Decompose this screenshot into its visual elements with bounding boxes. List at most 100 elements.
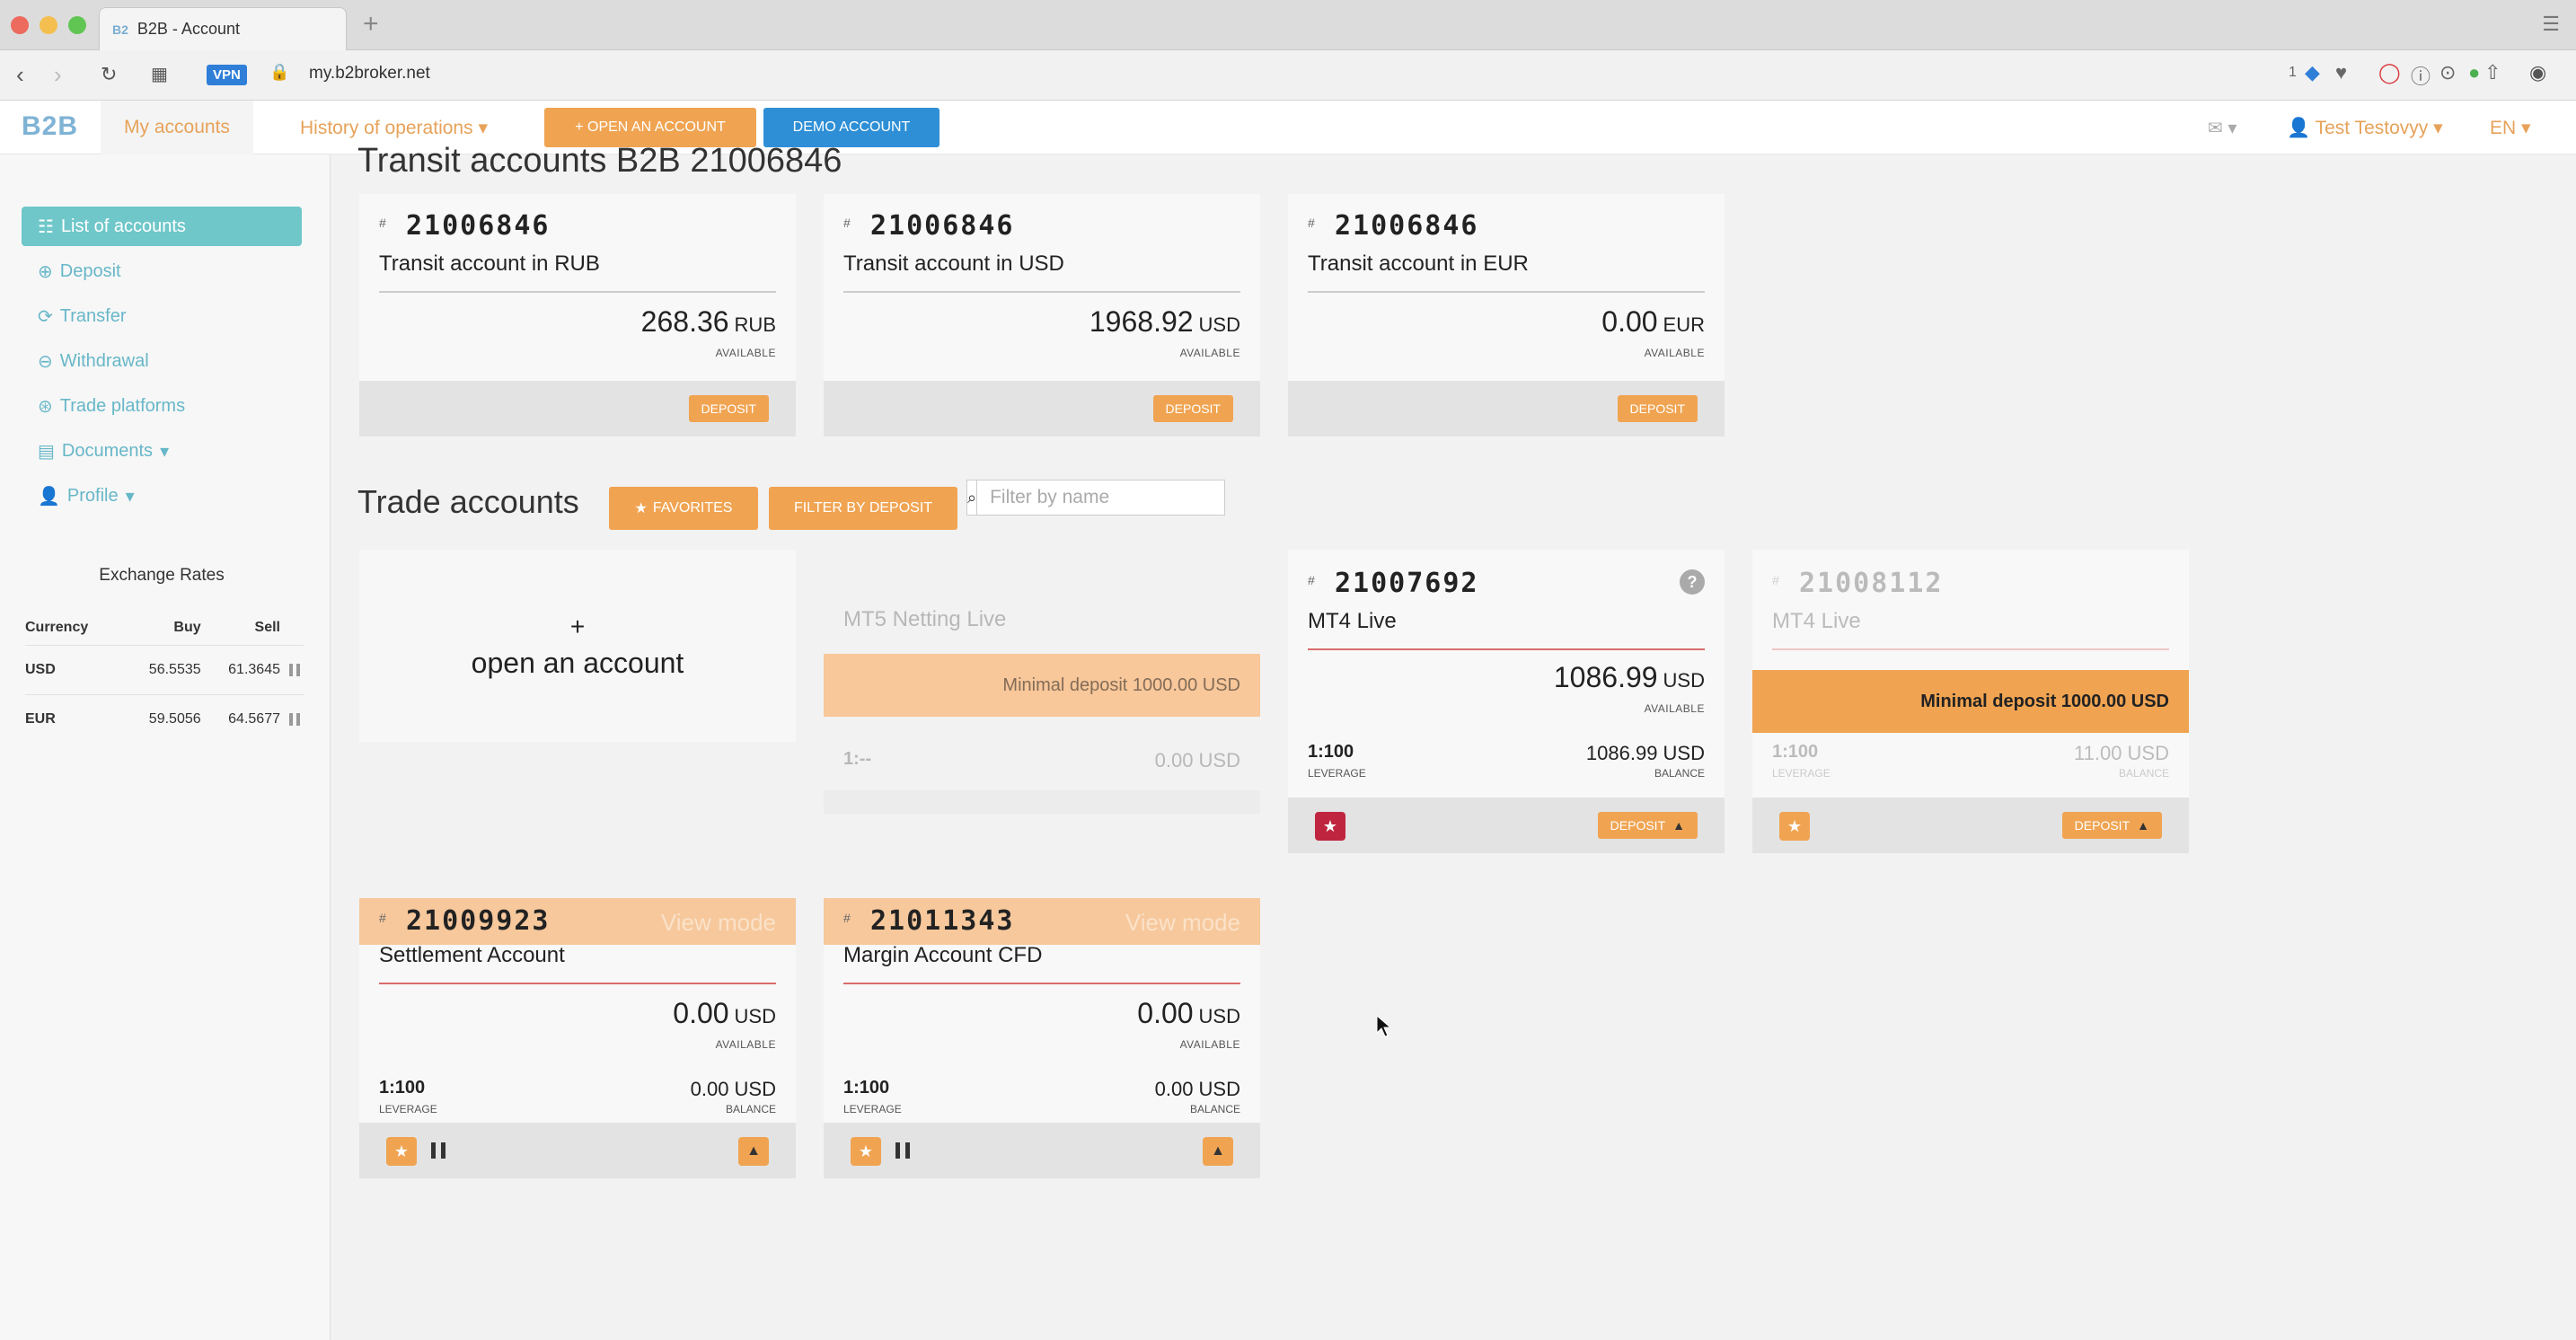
apps-grid-icon[interactable]: ▦ <box>151 59 168 90</box>
deposit-button[interactable]: DEPOSIT <box>1152 395 1233 422</box>
available-label: AVAILABLE <box>1644 347 1705 359</box>
chart-bars-icon[interactable] <box>289 712 300 726</box>
available-amount: 1968.92 USD <box>1089 305 1240 338</box>
pause-icon[interactable] <box>431 1142 446 1159</box>
shield-icon[interactable]: ◆ <box>2305 61 2320 84</box>
history-menu[interactable]: History of operations ▾ <box>300 117 488 139</box>
favorite-star-icon[interactable]: ★ <box>851 1137 881 1166</box>
sidebar-item-transfer[interactable]: ⟳ Transfer <box>22 296 302 336</box>
deposit-button[interactable]: DEPOSIT ▲ <box>1597 812 1698 839</box>
settings-icon[interactable]: ⊙ <box>2439 61 2456 84</box>
new-tab-button[interactable]: + <box>363 9 379 40</box>
tab-menu-icon[interactable]: ☰ <box>2542 13 2560 36</box>
card-footer: DEPOSIT <box>359 381 796 436</box>
balance-value: 0.00 USD <box>1154 749 1240 771</box>
available-label: AVAILABLE <box>1179 347 1240 359</box>
available-label: AVAILABLE <box>1644 702 1705 715</box>
heart-icon[interactable]: ♥ <box>2335 61 2347 84</box>
user-icon: 👤 <box>38 486 60 507</box>
list-icon: ☷ <box>38 216 54 237</box>
help-icon[interactable]: ? <box>1680 569 1705 595</box>
account-name: Transit account in EUR <box>1308 251 1529 276</box>
filter-by-name: ⌕ <box>966 480 1234 516</box>
settlement-account-card: # 21009923 View mode Settlement Account … <box>359 898 796 1178</box>
currency-cell: USD <box>25 645 122 695</box>
favorites-button[interactable]: ★ FAVORITES <box>609 487 758 530</box>
forward-icon[interactable]: › <box>54 59 62 90</box>
deposit-button[interactable]: DEPOSIT <box>688 395 769 422</box>
leverage-label: LEVERAGE <box>1772 767 1831 780</box>
caret-up-icon: ▲ <box>2137 818 2149 833</box>
favorite-star-icon[interactable]: ★ <box>1315 812 1345 841</box>
sidebar-item-trade-platforms[interactable]: ⊛ Trade platforms <box>22 386 302 426</box>
sidebar-item-list-of-accounts[interactable]: ☷ List of accounts <box>22 207 302 246</box>
transit-card-rub: # 21006846 Transit account in RUB 268.36… <box>359 194 796 436</box>
reload-icon[interactable]: ↻ <box>101 59 117 90</box>
logo[interactable]: B2B <box>22 111 78 142</box>
vpn-badge[interactable]: VPN <box>207 65 247 85</box>
extension-count: 1 <box>2289 65 2297 80</box>
table-header-row: Currency Buy Sell <box>25 611 304 646</box>
account-name: MT4 Live <box>1308 609 1397 633</box>
account-name: Transit account in RUB <box>379 251 600 276</box>
search-icon[interactable]: ⌕ <box>967 480 978 515</box>
opera-icon[interactable]: ◯ <box>2378 61 2401 84</box>
sidebar-item-profile[interactable]: 👤 Profile ▾ <box>22 476 302 516</box>
chevron-down-icon: ▾ <box>478 118 488 138</box>
account-name: Margin Account CFD <box>843 943 1043 967</box>
open-account-card[interactable]: + open an account <box>359 550 796 742</box>
card-footer: ★ DEPOSIT ▲ <box>1288 798 1725 853</box>
lock-icon: 🔒 <box>269 63 290 81</box>
favicon-icon: B2 <box>112 22 128 37</box>
mail-icon[interactable]: ✉ ▾ <box>2208 117 2236 139</box>
filter-by-deposit-button[interactable]: FILTER BY DEPOSIT <box>769 487 957 530</box>
chevron-down-icon: ▾ <box>125 486 135 507</box>
profile-icon[interactable]: ◉ <box>2529 61 2546 84</box>
back-icon[interactable]: ‹ <box>16 59 24 90</box>
sell-cell: 61.3645 <box>200 645 280 695</box>
maximize-window-icon[interactable] <box>68 16 86 34</box>
minimize-window-icon[interactable] <box>40 16 57 34</box>
sidebar: ☷ List of accounts ⊕ Deposit ⟳ Transfer ⊖ Wi… <box>0 154 331 1340</box>
file-icon: ▤ <box>38 441 55 462</box>
account-number: 21006846 <box>1335 210 1479 242</box>
url-field[interactable]: my.b2broker.net <box>309 64 430 84</box>
sidebar-item-label: Withdrawal <box>59 350 149 371</box>
sidebar-item-deposit[interactable]: ⊕ Deposit <box>22 251 302 291</box>
tab-my-accounts[interactable]: My accounts <box>101 101 253 154</box>
sidebar-item-documents[interactable]: ▤ Documents ▾ <box>22 431 302 471</box>
favorite-star-icon[interactable]: ★ <box>1779 812 1810 841</box>
card-footer: ★ ▲ <box>824 1123 1260 1178</box>
sidebar-item-label: Deposit <box>59 260 121 281</box>
extension-icon[interactable]: ● <box>2468 61 2480 84</box>
user-menu[interactable]: 👤 Test Testovyy ▾ <box>2287 117 2443 139</box>
transit-card-usd: # 21006846 Transit account in USD 1968.9… <box>824 194 1260 436</box>
sidebar-item-withdrawal[interactable]: ⊖ Withdrawal <box>22 341 302 381</box>
deposit-button[interactable]: DEPOSIT <box>1617 395 1698 422</box>
available-label: AVAILABLE <box>715 1038 776 1051</box>
balance-label: BALANCE <box>725 1103 776 1115</box>
caret-up-icon[interactable]: ▲ <box>1203 1137 1233 1166</box>
table-row: EUR 59.5056 64.5677 <box>25 694 304 744</box>
language-menu[interactable]: EN ▾ <box>2490 117 2531 139</box>
share-icon[interactable]: ⇧ <box>2484 61 2501 84</box>
balance-label: BALANCE <box>1654 767 1705 780</box>
divider <box>843 983 1240 984</box>
close-window-icon[interactable] <box>11 16 29 34</box>
info-icon[interactable]: ⓘ <box>2411 61 2430 90</box>
card-footer <box>824 790 1260 814</box>
caret-up-icon: ▲ <box>1672 818 1685 833</box>
leverage-label: LEVERAGE <box>1308 767 1366 780</box>
sidebar-item-label: Documents <box>61 440 154 461</box>
deposit-button[interactable]: DEPOSIT ▲ <box>2061 812 2162 839</box>
caret-up-icon[interactable]: ▲ <box>738 1137 769 1166</box>
browser-tab-strip: B2 B2B - Account + ☰ <box>0 0 2576 50</box>
column-header: Sell <box>254 620 280 635</box>
card-footer: ★ DEPOSIT ▲ <box>1752 798 2189 853</box>
filter-name-input[interactable] <box>977 480 1234 515</box>
pause-icon[interactable] <box>895 1142 910 1159</box>
chart-bars-icon[interactable] <box>289 663 300 676</box>
browser-tab[interactable]: B2 B2B - Account <box>99 7 347 50</box>
leverage-value: 1:-- <box>843 749 872 769</box>
favorite-star-icon[interactable]: ★ <box>386 1137 417 1166</box>
